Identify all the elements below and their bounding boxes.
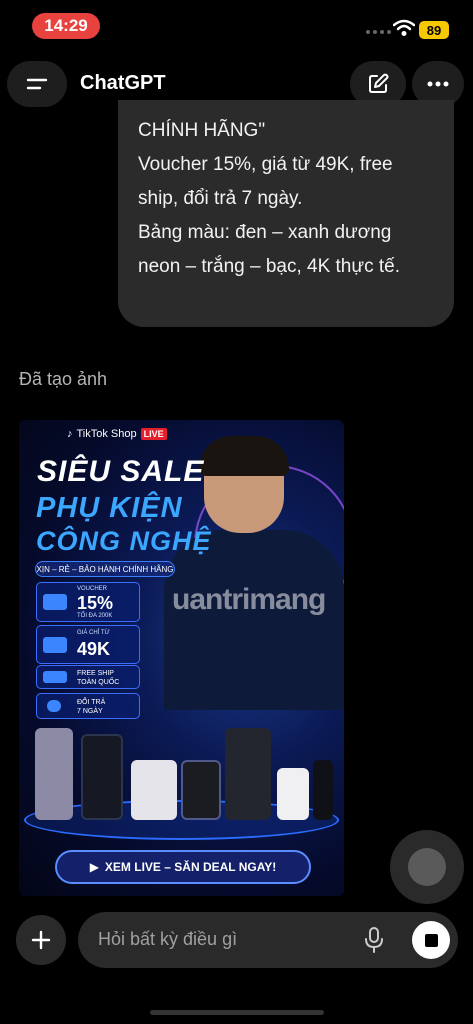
poster-cta-banner: ▶ XEM LIVE – SĂN DEAL NGAY! xyxy=(55,850,311,884)
menu-button[interactable] xyxy=(7,61,67,107)
watermark-text: uantrimang xyxy=(172,583,326,616)
more-icon xyxy=(427,81,449,87)
ship-line2: TOÀN QUỐC xyxy=(77,679,120,686)
stop-icon xyxy=(424,933,438,947)
poster-title-line2: PHỤ KIỆN xyxy=(36,492,183,524)
image-created-label: Đã tạo ảnh xyxy=(19,369,108,389)
stop-button[interactable] xyxy=(412,921,450,959)
return-card: ĐỔI TRẢ 7 NGÀY xyxy=(36,693,140,719)
model-person-hair xyxy=(199,436,289,476)
status-time: 14:29 xyxy=(32,13,100,39)
smartwatch-product xyxy=(181,760,221,820)
price-card: GIÁ CHỈ TỪ 49K xyxy=(36,625,140,664)
generated-image[interactable]: ♪ TikTok Shop LIVE SIÊU SALE PHỤ KIỆN CÔ… xyxy=(19,420,344,896)
poster-tagline: XỊN – RẺ – BẢO HÀNH CHÍNH HÃNG xyxy=(35,561,175,577)
home-indicator xyxy=(150,1010,324,1015)
price-tag-icon xyxy=(43,636,67,653)
cta-text: XEM LIVE – SĂN DEAL NGAY! xyxy=(104,860,277,874)
message-input[interactable]: Hỏi bất kỳ điều gì xyxy=(78,912,458,968)
user-message-line: neon – trắng – bạc, 4K thực tế. xyxy=(138,256,401,277)
ticket-icon xyxy=(43,594,67,610)
voucher-note: TỐI ĐA 200K xyxy=(77,613,113,619)
input-placeholder: Hỏi bất kỳ điều gì xyxy=(98,929,238,949)
menu-icon xyxy=(26,78,48,90)
app-title: ChatGPT xyxy=(80,72,166,94)
live-badge: LIVE xyxy=(140,428,167,440)
return-line2: 7 NGÀY xyxy=(77,708,103,715)
add-attachment-button[interactable] xyxy=(16,915,66,965)
user-message-line: ship, đổi trả 7 ngày. xyxy=(138,188,303,209)
truck-icon xyxy=(43,671,67,683)
voice-orb-icon xyxy=(408,848,446,886)
compose-icon xyxy=(369,73,389,93)
earbuds-product xyxy=(131,760,177,820)
voucher-card: VOUCHER 15% TỐI ĐA 200K xyxy=(36,582,140,622)
model-person-body xyxy=(164,530,344,710)
signal-icon xyxy=(366,30,391,34)
price-label: GIÁ CHỈ TỪ xyxy=(77,630,110,636)
product-row xyxy=(31,720,336,830)
ship-line1: FREE SHIP xyxy=(77,670,114,677)
wireless-charger-product xyxy=(81,734,123,820)
ship-text: FREE SHIP TOÀN QUỐC xyxy=(77,669,119,687)
free-ship-card: FREE SHIP TOÀN QUỐC xyxy=(36,665,140,689)
cable-product xyxy=(313,760,333,820)
status-bar: 14:29 89 xyxy=(0,0,473,52)
voice-mode-button[interactable] xyxy=(390,830,464,904)
return-text: ĐỔI TRẢ 7 NGÀY xyxy=(77,698,105,716)
voucher-label: VOUCHER xyxy=(77,586,108,592)
tiktok-icon: ♪ xyxy=(67,428,73,440)
user-message-line: Bảng màu: đen – xanh dương xyxy=(138,222,392,243)
phone-case-product xyxy=(225,728,271,820)
refresh-icon xyxy=(47,700,61,712)
microphone-icon[interactable] xyxy=(364,927,384,953)
brand-text: TikTok Shop xyxy=(76,428,137,440)
tiktok-shop-logo: ♪ TikTok Shop LIVE xyxy=(67,428,167,440)
user-message-bubble: CHÍNH HÃNG" Voucher 15%, giá từ 49K, fre… xyxy=(118,100,454,327)
plus-icon xyxy=(31,930,51,950)
wifi-icon xyxy=(393,19,415,36)
play-icon: ▶ xyxy=(89,860,99,874)
charger-adapter-product xyxy=(277,768,309,820)
user-message-line: CHÍNH HÃNG" xyxy=(138,120,266,141)
price-value: 49K xyxy=(77,639,111,659)
return-line1: ĐỔI TRẢ xyxy=(77,699,106,706)
voucher-value: 15% xyxy=(77,593,114,613)
phone-product xyxy=(35,728,73,820)
user-message-line: Voucher 15%, giá từ 49K, free xyxy=(138,154,393,175)
battery-indicator: 89 xyxy=(419,21,449,39)
poster-title-line3: CÔNG NGHỆ xyxy=(36,526,212,556)
poster-title-line1: SIÊU SALE xyxy=(37,455,205,488)
